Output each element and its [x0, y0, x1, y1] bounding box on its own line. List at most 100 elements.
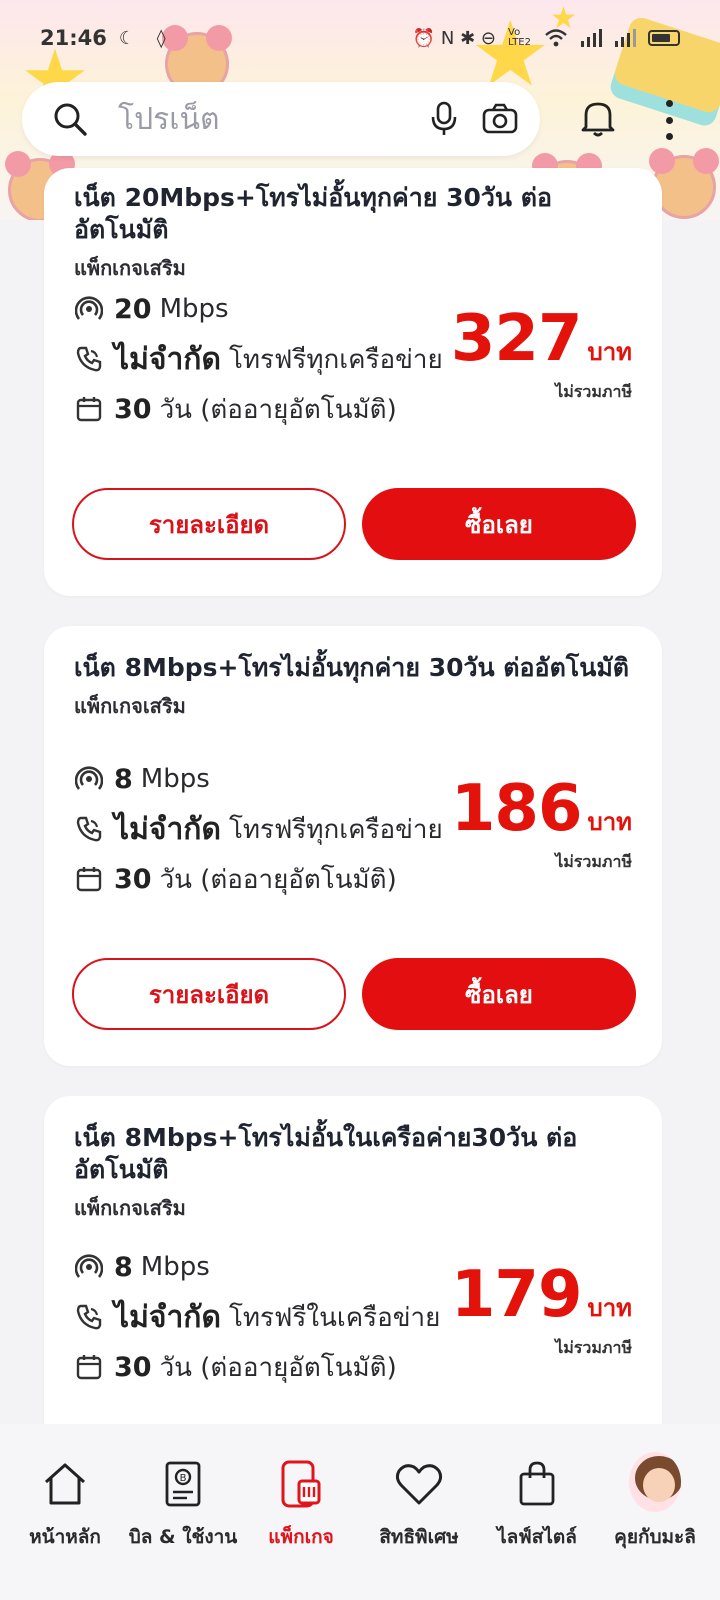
call-strong: ไม่จำกัด: [114, 811, 221, 847]
nav-item-home[interactable]: หน้าหลัก: [6, 1424, 124, 1600]
package-title: เน็ต 20Mbps+โทรไม่อั้นทุกค่าย 30วัน ต่ออ…: [74, 183, 552, 244]
package-features: 8 Mbps ไม่จำกัด โทรฟรีในเครือข่าย 30 วัน…: [74, 1242, 440, 1392]
nav-item-chat-mali[interactable]: คุยกับมะลิ: [596, 1424, 714, 1600]
package-title-line1: เน็ต 8Mbps+โทรไม่อั้นในเครือค่าย30วัน ต่…: [74, 1123, 578, 1152]
package-title-line2: อัตโนมัติ: [74, 1155, 169, 1184]
feature-speed: 20 Mbps: [74, 284, 443, 334]
speed-unit: Mbps: [159, 294, 229, 324]
package-subtitle: แพ็กเกจเสริม: [74, 1196, 186, 1220]
vat-note: ไม่รวมภาษี: [555, 852, 632, 871]
price-value: 186: [450, 772, 583, 846]
signal-broadcast-icon: [74, 764, 104, 794]
days-text: วัน (ต่ออายุอัตโนมัติ): [159, 394, 397, 425]
package-title: เน็ต 8Mbps+โทรไม่อั้นทุกค่าย 30วัน ต่ออั…: [74, 653, 630, 682]
calendar-icon: [74, 864, 104, 894]
status-icons: ⏰ N ✱ ⊖: [412, 27, 496, 49]
package-card: เน็ต 8Mbps+โทรไม่อั้นทุกค่าย 30วัน ต่ออั…: [44, 626, 662, 1066]
package-features: 8 Mbps ไม่จำกัด โทรฟรีทุกเครือข่าย 30 วั…: [74, 754, 443, 904]
vat-note: ไม่รวมภาษี: [555, 382, 632, 401]
phone-icon: [74, 814, 104, 844]
feature-days: 30 วัน (ต่ออายุอัตโนมัติ): [74, 384, 443, 434]
microphone-icon[interactable]: [424, 99, 464, 139]
speed-unit: Mbps: [140, 1252, 210, 1282]
wifi-icon: [545, 29, 567, 47]
status-bar: 21:46 ☾ ◊ ⏰ N ✱ ⊖ Vo LTE2: [0, 0, 720, 76]
vat-note: ไม่รวมภาษี: [555, 1338, 632, 1357]
search-input[interactable]: โปรเน็ต: [118, 96, 408, 143]
feature-speed: 8 Mbps: [74, 1242, 440, 1292]
price-currency: บาท: [587, 1294, 632, 1322]
status-right-icons: ⏰ N ✱ ⊖ Vo LTE2: [413, 28, 680, 49]
avatar-icon: [629, 1452, 681, 1512]
camera-icon[interactable]: [480, 99, 520, 139]
nav-label: บิล & ใช้งาน: [128, 1526, 238, 1548]
signal-broadcast-icon: [74, 1252, 104, 1282]
price-value: 179: [450, 1258, 583, 1332]
buy-now-button[interactable]: ซื้อเลย: [362, 958, 636, 1030]
shopping-bag-icon: [511, 1458, 563, 1510]
signal-broadcast-icon: [74, 294, 104, 324]
search-icon[interactable]: [52, 101, 88, 137]
network-label: Vo LTE2: [508, 27, 531, 48]
package-price: 179 บาท ไม่รวมภาษี: [451, 1258, 632, 1361]
details-button[interactable]: รายละเอียด: [72, 958, 346, 1030]
nav-item-lifestyle[interactable]: ไลฟ์สไตล์: [478, 1424, 596, 1600]
status-left-icons: ☾ ◊: [118, 27, 174, 49]
days-text: วัน (ต่ออายุอัตโนมัติ): [159, 864, 397, 895]
package-icon: [275, 1458, 327, 1510]
phone-icon: [74, 1302, 104, 1332]
home-icon: [39, 1458, 91, 1510]
package-price: 186 บาท ไม่รวมภาษี: [451, 772, 632, 875]
signal-icon: [615, 29, 636, 47]
package-card: เน็ต 20Mbps+โทรไม่อั้นทุกค่าย 30วัน ต่ออ…: [44, 168, 662, 596]
price-value: 327: [450, 302, 583, 376]
nav-label: สิทธิพิเศษ: [379, 1526, 459, 1548]
feature-calls: ไม่จำกัด โทรฟรีในเครือข่าย: [74, 1292, 440, 1342]
speed-value: 8: [114, 763, 133, 795]
phone-icon: [74, 344, 104, 374]
call-text: โทรฟรีในเครือข่าย: [228, 1302, 441, 1333]
speed-value: 20: [114, 293, 152, 325]
price-currency: บาท: [587, 808, 632, 836]
package-actions: รายละเอียด ซื้อเลย: [72, 488, 636, 560]
package-subtitle: แพ็กเกจเสริม: [74, 694, 186, 718]
feature-speed: 8 Mbps: [74, 754, 443, 804]
signal-icon: [581, 29, 602, 47]
calendar-icon: [74, 1352, 104, 1382]
nav-item-bill[interactable]: B บิล & ใช้งาน: [124, 1424, 242, 1600]
feature-calls: ไม่จำกัด โทรฟรีทุกเครือข่าย: [74, 804, 443, 854]
days-value: 30: [114, 393, 152, 425]
svg-text:B: B: [180, 1473, 187, 1484]
speed-unit: Mbps: [140, 764, 210, 794]
call-strong: ไม่จำกัด: [114, 1299, 221, 1335]
feature-calls: ไม่จำกัด โทรฟรีทุกเครือข่าย: [74, 334, 443, 384]
bill-icon: B: [157, 1458, 209, 1510]
days-text: วัน (ต่ออายุอัตโนมัติ): [159, 1352, 397, 1383]
call-strong: ไม่จำกัด: [114, 341, 221, 377]
call-text: โทรฟรีทุกเครือข่าย: [228, 814, 443, 845]
feature-days: 30 วัน (ต่ออายุอัตโนมัติ): [74, 854, 443, 904]
battery-icon: [648, 30, 680, 46]
package-card: เน็ต 8Mbps+โทรไม่อั้นในเครือค่าย30วัน ต่…: [44, 1096, 662, 1424]
package-features: 20 Mbps ไม่จำกัด โทรฟรีทุกเครือข่าย 30 ว…: [74, 284, 443, 434]
nav-label: คุยกับมะลิ: [614, 1526, 696, 1548]
heart-icon: [393, 1458, 445, 1510]
notification-bell-icon[interactable]: [576, 96, 620, 140]
status-time: 21:46: [40, 26, 107, 50]
nav-item-package[interactable]: แพ็กเกจ: [242, 1424, 360, 1600]
speed-value: 8: [114, 1251, 133, 1283]
days-value: 30: [114, 1351, 152, 1383]
package-subtitle: แพ็กเกจเสริม: [74, 256, 186, 280]
details-button[interactable]: รายละเอียด: [72, 488, 346, 560]
nav-item-privileges[interactable]: สิทธิพิเศษ: [360, 1424, 478, 1600]
nav-label: แพ็กเกจ: [268, 1526, 334, 1548]
more-menu-icon[interactable]: [656, 100, 682, 140]
feature-days: 30 วัน (ต่ออายุอัตโนมัติ): [74, 1342, 440, 1392]
price-currency: บาท: [587, 338, 632, 366]
days-value: 30: [114, 863, 152, 895]
buy-now-button[interactable]: ซื้อเลย: [362, 488, 636, 560]
package-actions: รายละเอียด ซื้อเลย: [72, 958, 636, 1030]
package-price: 327 บาท ไม่รวมภาษี: [451, 302, 632, 405]
bottom-nav: หน้าหลัก B บิล & ใช้งาน แพ็กเกจ สิทธิพิเ…: [0, 1424, 720, 1600]
search-bar[interactable]: โปรเน็ต: [22, 82, 540, 156]
